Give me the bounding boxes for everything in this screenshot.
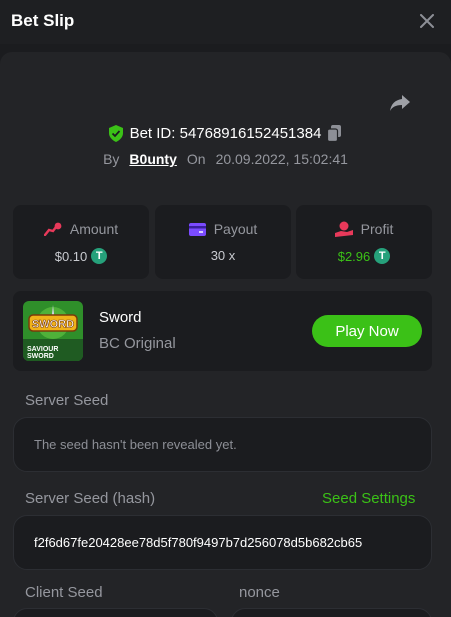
server-seed-value: The seed hasn't been revealed yet. — [34, 437, 237, 452]
game-provider: BC Original — [99, 335, 176, 352]
amount-value-row: $0.10 T — [13, 248, 149, 264]
server-seed-hash-value: f2f6d67fe20428ee78d5f780f9497b7d256078d5… — [34, 535, 363, 550]
payout-value-row: 30 x — [155, 248, 291, 263]
bet-datetime: 20.09.2022, 15:02:41 — [215, 151, 348, 167]
thumb-subtitle-1: SAVIOUR — [27, 346, 58, 353]
share-button[interactable] — [388, 92, 412, 114]
bet-meta-row: By B0unty On 20.09.2022, 15:02:41 — [0, 148, 451, 170]
payout-card-icon — [188, 222, 206, 236]
server-seed-label: Server Seed — [25, 392, 109, 409]
page-title: Bet Slip — [11, 11, 75, 30]
by-label: By — [103, 151, 120, 167]
nonce-label: nonce — [239, 584, 280, 601]
nonce-field[interactable] — [231, 608, 432, 617]
bet-id: Bet ID: 54768916152451384 — [129, 124, 322, 142]
seed-settings-link[interactable]: Seed Settings — [322, 490, 415, 507]
header: Bet Slip — [0, 0, 451, 44]
profit-label-row: Profit — [296, 221, 432, 237]
tether-icon: T — [91, 248, 108, 264]
game-name: Sword — [99, 309, 142, 326]
close-icon — [420, 14, 434, 28]
tether-icon: T — [374, 248, 391, 264]
amount-card: Amount $0.10 T — [13, 205, 149, 279]
profit-label: Profit — [360, 221, 394, 237]
close-button[interactable] — [416, 10, 438, 32]
payout-label: Payout — [213, 221, 258, 237]
sword-game-logo: SWORD SAVIOUR SWORD — [23, 301, 83, 361]
amount-label: Amount — [69, 221, 119, 237]
server-seed-field[interactable]: The seed hasn't been revealed yet. — [13, 417, 432, 472]
game-thumbnail[interactable]: SWORD SAVIOUR SWORD — [23, 301, 83, 361]
copy-icon — [327, 124, 342, 142]
game-card: SWORD SAVIOUR SWORD Sword BC Original Pl… — [13, 291, 432, 371]
on-label: On — [186, 151, 206, 167]
share-icon — [390, 95, 410, 111]
thumb-subtitle-2: SWORD — [27, 353, 54, 360]
play-now-button[interactable]: Play Now — [312, 315, 422, 347]
profit-icon — [334, 221, 353, 237]
profit-card: Profit $2.96 T — [296, 205, 432, 279]
bet-id-row: Bet ID: 54768916152451384 — [0, 122, 451, 144]
amount-icon — [43, 222, 62, 236]
server-seed-hash-field[interactable]: f2f6d67fe20428ee78d5f780f9497b7d256078d5… — [13, 515, 432, 570]
client-seed-field[interactable] — [13, 608, 218, 617]
server-seed-hash-label: Server Seed (hash) — [25, 490, 156, 507]
shield-check-icon — [108, 124, 123, 142]
payout-card: Payout 30 x — [155, 205, 291, 279]
user-link[interactable]: B0unty — [129, 151, 176, 167]
amount-value: $0.10 — [54, 248, 88, 264]
payout-label-row: Payout — [155, 221, 291, 237]
payout-value: 30 x — [210, 248, 236, 263]
copy-bet-id-button[interactable] — [327, 124, 343, 142]
client-seed-label: Client Seed — [25, 584, 103, 601]
amount-label-row: Amount — [13, 221, 149, 237]
profit-value: $2.96 — [337, 248, 371, 264]
thumb-title: SWORD — [32, 319, 74, 331]
profit-value-row: $2.96 T — [296, 248, 432, 264]
